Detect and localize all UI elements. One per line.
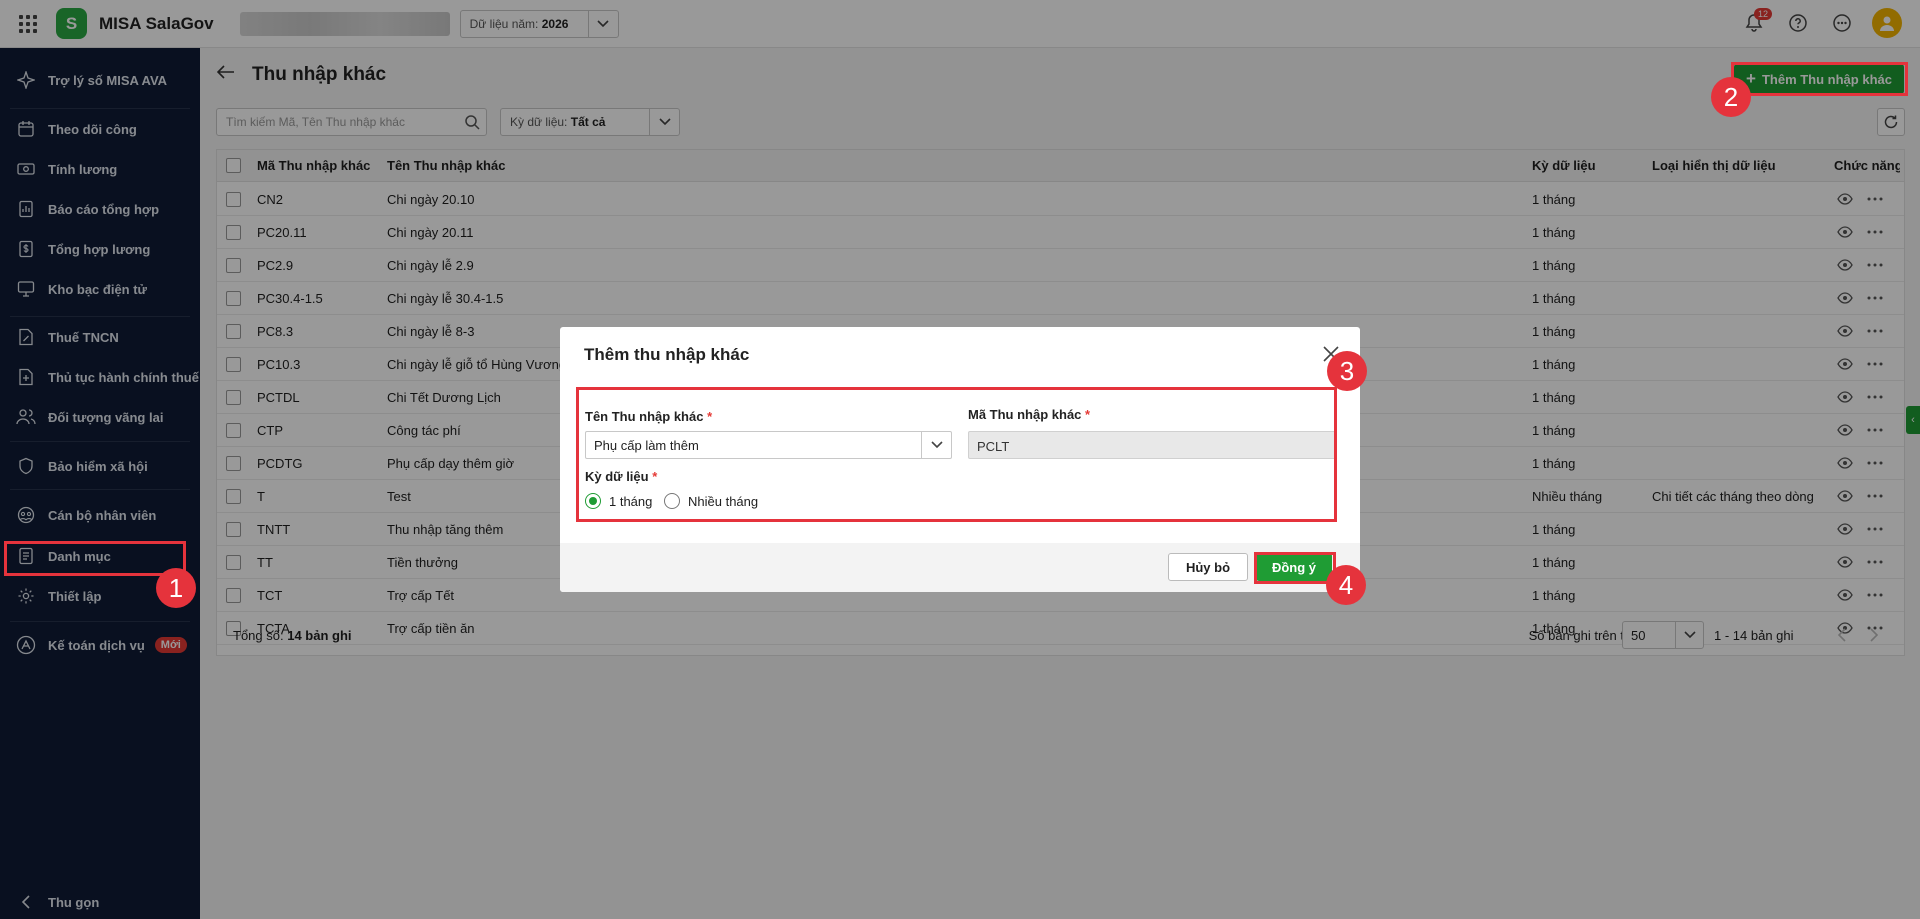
step-marker-3: 3 (1327, 351, 1367, 391)
step-marker-4: 4 (1326, 565, 1366, 605)
cancel-button[interactable]: Hủy bỏ (1168, 553, 1248, 581)
step-marker-2: 2 (1711, 77, 1751, 117)
dialog-footer: Hủy bỏ Đồng ý (560, 543, 1360, 592)
highlight-form-fields (576, 387, 1337, 522)
highlight-add-button (1731, 62, 1908, 96)
dialog-title: Thêm thu nhập khác (584, 345, 750, 364)
step-marker-1: 1 (156, 568, 196, 608)
highlight-confirm-button (1254, 552, 1336, 584)
highlight-danh-muc (4, 541, 186, 576)
